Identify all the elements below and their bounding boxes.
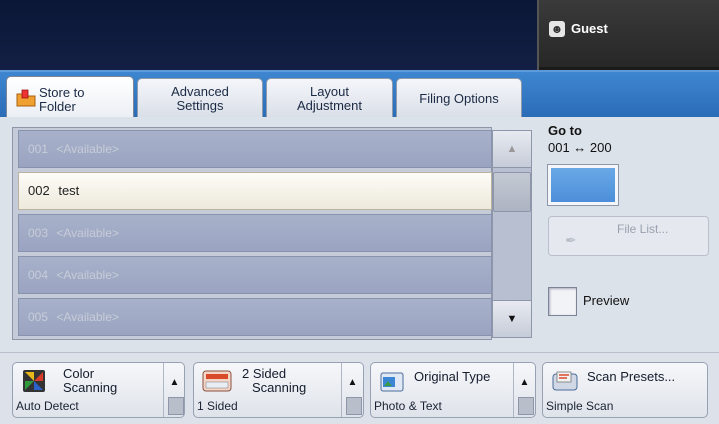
file-list-icon: ✒ (565, 232, 577, 248)
control-title: Original Type (414, 369, 491, 384)
tab-label: Advanced Settings (171, 85, 229, 113)
control-title-line1: 2 Sided (242, 366, 287, 381)
two-sided-scanning-arrow[interactable]: ▲ (341, 363, 363, 417)
control-value: Simple Scan (546, 399, 614, 413)
folder-number: 002 (28, 183, 50, 198)
user-badge-icon: ☻ (549, 21, 565, 37)
tab-label-line1: Layout (309, 84, 350, 99)
folder-name: <Available> (56, 310, 119, 324)
control-title: Scan Presets... (587, 369, 676, 384)
tab-label: Filing Options (419, 91, 499, 106)
folder-name: <Available> (56, 268, 119, 282)
original-type-icon (380, 372, 404, 392)
goto-input[interactable] (547, 164, 619, 206)
goto-range: 001 ↔ 200 (548, 140, 612, 155)
scroll-up-button[interactable]: ▲ (492, 130, 532, 168)
control-title-line2: Scanning (63, 380, 118, 395)
tab-label: Store to Folder (39, 84, 85, 114)
preview-label: Preview (583, 293, 630, 308)
scan-presets-icon (552, 371, 578, 391)
folder-row-selected[interactable]: 002 test (18, 172, 492, 210)
tab-label-line2: Folder (39, 98, 76, 114)
two-sided-scanning-icon (202, 370, 232, 392)
preview-checkbox[interactable] (548, 287, 577, 316)
folder-store-icon (16, 89, 36, 107)
control-value: Auto Detect (16, 399, 79, 413)
scan-presets-button[interactable]: Scan Presets... Simple Scan (542, 362, 708, 418)
tab-label: Layout Adjustment (297, 85, 362, 113)
goto-label: Go to (548, 123, 582, 138)
tab-label-line1: Advanced (171, 84, 229, 99)
folder-number: 004 (28, 268, 49, 282)
tab-layout-adjustment[interactable]: Layout Adjustment (266, 78, 393, 119)
color-scanning-button[interactable]: Color Scanning Auto Detect ▲ (12, 362, 185, 418)
scroll-thumb[interactable] (493, 172, 531, 212)
folder-row[interactable]: 004 <Available> (18, 256, 492, 294)
folder-name: test (58, 183, 80, 198)
two-sided-scanning-button[interactable]: 2 Sided Scanning 1 Sided ▲ (193, 362, 364, 418)
control-title: Color Scanning (63, 367, 117, 395)
color-scanning-icon (23, 370, 45, 392)
folder-number: 003 (28, 226, 49, 240)
tab-advanced-settings[interactable]: Advanced Settings (137, 78, 263, 119)
scroll-down-button[interactable]: ▼ (492, 300, 532, 338)
folder-number: 001 (28, 142, 49, 156)
control-value: Photo & Text (374, 399, 442, 413)
color-scanning-arrow[interactable]: ▲ (163, 363, 185, 417)
user-badge[interactable]: ☻ Guest (537, 0, 719, 70)
tab-label-line2: Settings (176, 98, 224, 113)
folder-number: 005 (28, 310, 49, 324)
tab-label-line1: Store to (39, 84, 85, 100)
control-title-line2: Scanning (252, 380, 307, 395)
folder-name: <Available> (56, 226, 119, 240)
folder-name: <Available> (56, 142, 119, 156)
original-type-button[interactable]: Original Type Photo & Text ▲ (370, 362, 536, 418)
original-type-arrow[interactable]: ▲ (513, 363, 535, 417)
file-list-label: File List... (617, 222, 669, 236)
tab-store-to-folder[interactable]: Store to Folder (6, 76, 134, 122)
tab-filing-options[interactable]: Filing Options (396, 78, 522, 119)
control-title: 2 Sided Scanning (238, 367, 306, 395)
user-name: Guest (571, 21, 608, 36)
folder-row[interactable]: 001 <Available> (18, 130, 492, 168)
folder-row[interactable]: 005 <Available> (18, 298, 492, 336)
control-value: 1 Sided (197, 399, 238, 413)
control-title-line1: Color (63, 366, 95, 381)
folder-row[interactable]: 003 <Available> (18, 214, 492, 252)
tab-label-line2: Adjustment (296, 98, 363, 113)
